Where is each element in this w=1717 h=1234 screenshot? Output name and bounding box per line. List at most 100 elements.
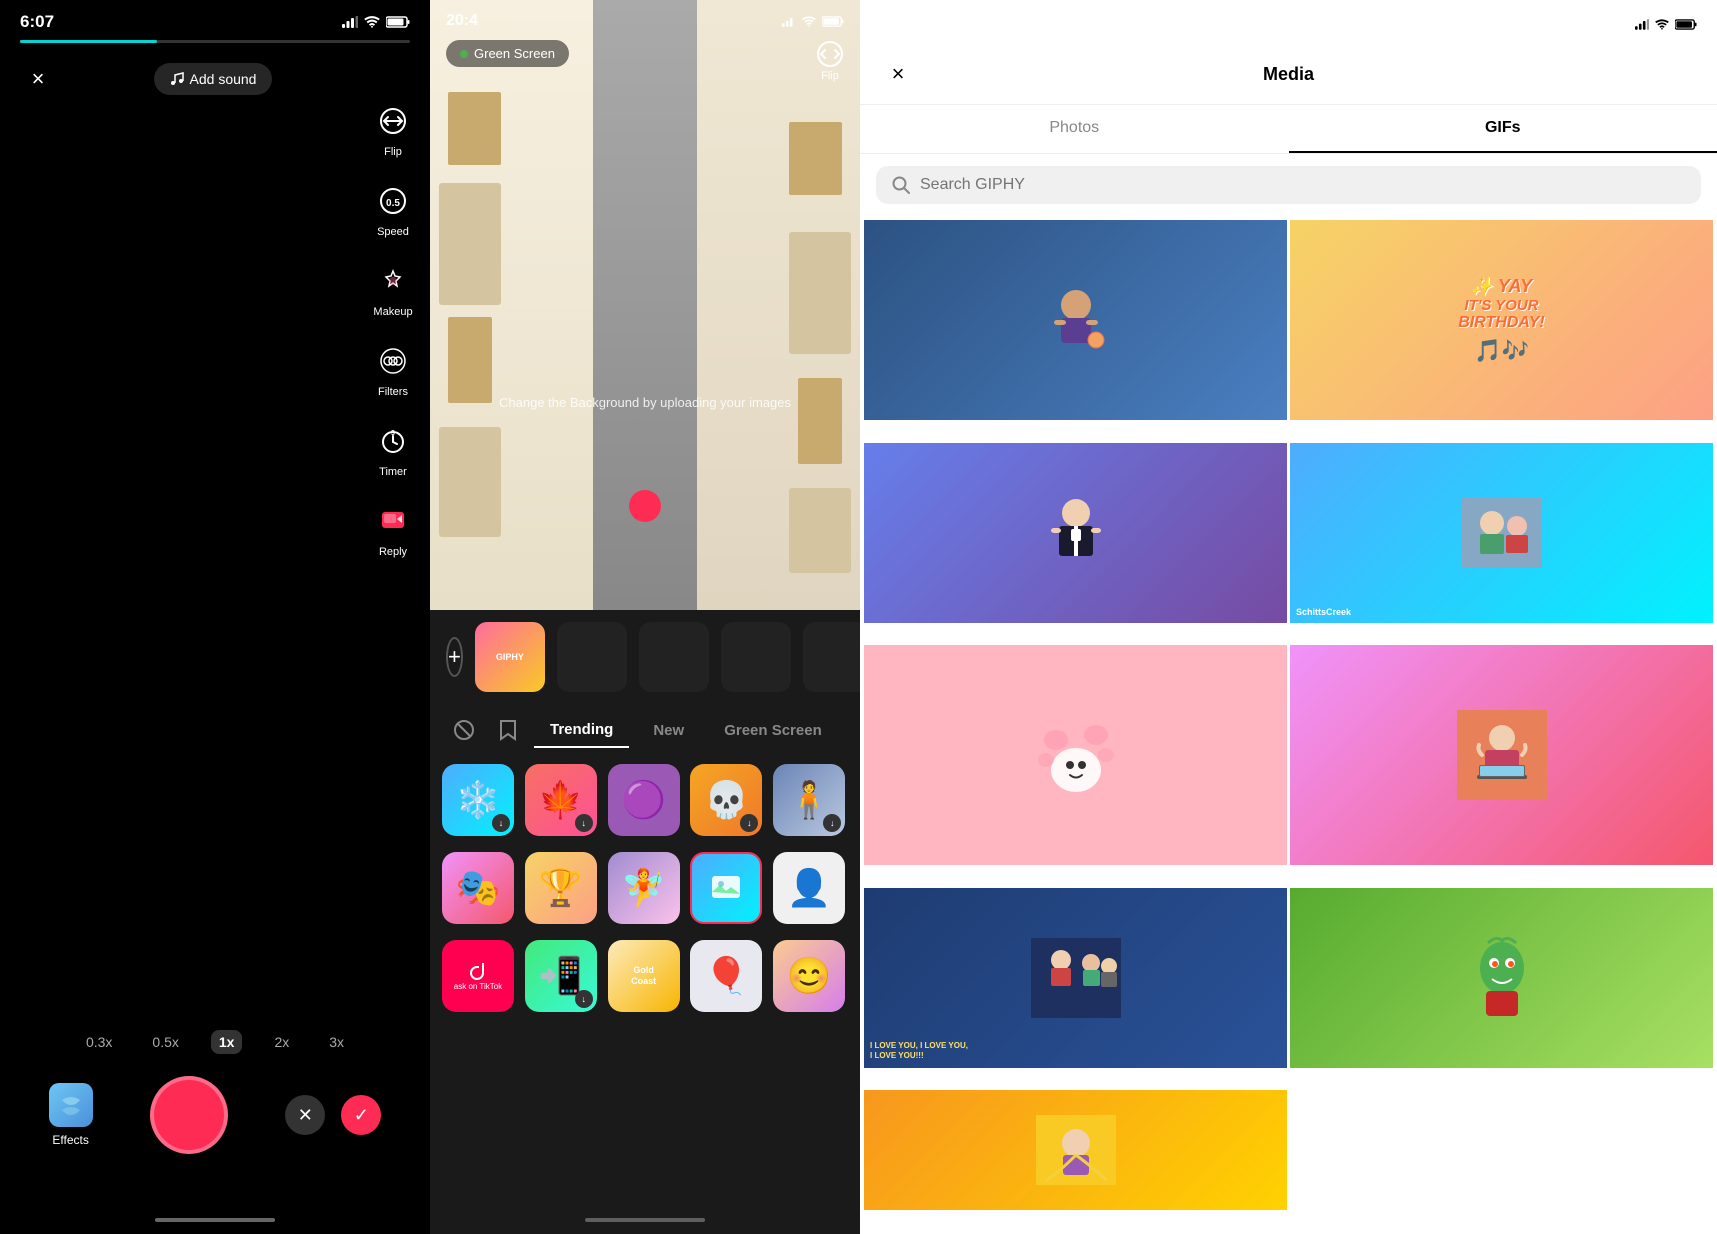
gif-man-tux[interactable] (864, 443, 1287, 623)
gs-wifi-icon (802, 16, 816, 27)
makeup-tool[interactable]: Makeup (372, 260, 414, 318)
media-tab-gifs[interactable]: GIFs (1289, 105, 1717, 153)
sticker-cell-12[interactable]: 📲 ↓ (525, 940, 597, 1012)
makeup-icon (372, 260, 414, 302)
birthday-text-container: ✨ YAY IT'S YOUR BIRTHDAY! 🎵🎶 (1442, 260, 1561, 380)
sticker-cell-8[interactable]: 🧚 (608, 852, 680, 924)
search-giphy-input[interactable] (920, 176, 1685, 194)
schitts-label: SchittsCreek (1296, 607, 1351, 617)
cute-blob-graphic (1026, 705, 1126, 805)
window3 (789, 122, 842, 195)
sticker-cell-6[interactable]: 🎭 (442, 852, 514, 924)
sticker-tab-trending[interactable]: Trending (534, 713, 629, 748)
sticker-cell-15[interactable]: 😊 (773, 940, 845, 1012)
window2 (448, 317, 492, 402)
birthday-its: IT'S YOUR (1458, 297, 1545, 314)
gif-woman-laptop[interactable] (1290, 645, 1713, 865)
media-signal-icon (1635, 19, 1649, 30)
sticker-cell-10[interactable]: 👤 (773, 852, 845, 924)
music-icon (170, 72, 184, 86)
camera-panel: 6:07 × (0, 0, 430, 1234)
download-badge-4: ↓ (740, 814, 758, 832)
sticker-slot-3[interactable] (721, 622, 791, 692)
status-bar: 6:07 (0, 0, 430, 32)
media-tab-photos[interactable]: Photos (860, 105, 1289, 153)
flip-tool[interactable]: Flip (372, 100, 414, 158)
woman-laptop-graphic (1457, 710, 1547, 800)
sticker-emoji-8: 🧚 (621, 867, 666, 909)
effects-label: Effects (52, 1133, 88, 1147)
speed-0.3x[interactable]: 0.3x (78, 1030, 120, 1054)
speed-0.5x[interactable]: 0.5x (144, 1030, 186, 1054)
sticker-cell-5[interactable]: 🧍 ↓ (773, 764, 845, 836)
search-icon (892, 176, 910, 194)
basketball-player-graphic (1036, 280, 1116, 360)
filters-tool[interactable]: Filters (372, 340, 414, 398)
sticker-slot-4[interactable] (803, 622, 860, 692)
green-screen-badge[interactable]: Green Screen (446, 40, 569, 67)
gif-basketball[interactable] (864, 220, 1287, 420)
giphy-label: GIPHY (496, 652, 524, 662)
add-sound-button[interactable]: Add sound (154, 63, 273, 95)
filters-icon (372, 340, 414, 382)
gs-signal-icon (782, 16, 796, 27)
effects-button[interactable]: Effects (49, 1083, 93, 1147)
download-badge-1: ↓ (492, 814, 510, 832)
record-button[interactable] (150, 1076, 228, 1154)
sticker-tabs: Trending New Green Screen (430, 704, 860, 756)
speed-controls: 0.3x 0.5x 1x 2x 3x (0, 1030, 430, 1054)
man-tux-graphic (1041, 493, 1111, 573)
sticker-emoji-10: 👤 (787, 867, 832, 909)
wifi-icon (364, 16, 380, 28)
sticker-cell-1[interactable]: ❄️ ↓ (442, 764, 514, 836)
cancel-button[interactable]: ✕ (285, 1095, 325, 1135)
download-badge-2: ↓ (575, 814, 593, 832)
gs-flip-button[interactable]: Flip (816, 40, 844, 82)
camera-right-tools: Flip 0.5 Speed Makeup (372, 100, 414, 558)
sticker-emoji-1: ❄️ (456, 779, 501, 821)
elf-graphic (1031, 938, 1121, 1018)
gif-grinch[interactable] (1290, 888, 1713, 1068)
sticker-emoji-12: 📲 (538, 955, 583, 997)
confirm-button[interactable]: ✓ (341, 1095, 381, 1135)
flip-icon (372, 100, 414, 142)
sticker-cell-9[interactable] (690, 852, 762, 924)
sticker-cell-goldcoast[interactable]: GoldCoast (608, 940, 680, 1012)
speed-2x[interactable]: 2x (266, 1030, 297, 1054)
gif-tangled[interactable] (864, 1090, 1287, 1210)
add-sticker-button[interactable]: + (446, 637, 463, 677)
sticker-tab-greenscreen[interactable]: Green Screen (708, 714, 838, 747)
sticker-ban-icon[interactable] (446, 712, 482, 748)
gif-birthday[interactable]: ✨ YAY IT'S YOUR BIRTHDAY! 🎵🎶 (1290, 220, 1713, 420)
gif-cute-blob[interactable] (864, 645, 1287, 865)
media-close-button[interactable]: × (880, 56, 916, 92)
camera-top-bar: × Add sound (0, 51, 430, 107)
sticker-cell-3[interactable]: 🟣 (608, 764, 680, 836)
sticker-grid-row2: 🎭 🏆 🧚 👤 (430, 844, 860, 932)
gs-record-dot (629, 490, 661, 522)
close-button[interactable]: × (20, 61, 56, 97)
sticker-cell-7[interactable]: 🏆 (525, 852, 597, 924)
speed-tool[interactable]: 0.5 Speed (372, 180, 414, 238)
speed-3x[interactable]: 3x (321, 1030, 352, 1054)
sticker-bookmark-icon[interactable] (490, 712, 526, 748)
sticker-cell-2[interactable]: 🍁 ↓ (525, 764, 597, 836)
reply-tool[interactable]: Reply (372, 500, 414, 558)
giphy-sticker[interactable]: GIPHY (475, 622, 545, 692)
sticker-tab-new[interactable]: New (637, 714, 700, 747)
sticker-slot-1[interactable] (557, 622, 627, 692)
speed-1x[interactable]: 1x (211, 1030, 243, 1054)
sticker-slot-2[interactable] (639, 622, 709, 692)
gif-schitts[interactable]: SchittsCreek (1290, 443, 1713, 623)
sticker-cell-askon[interactable]: ask on TikTok (442, 940, 514, 1012)
sticker-emoji-14: 🎈 (704, 955, 749, 997)
sticker-cell-14[interactable]: 🎈 (690, 940, 762, 1012)
gif-elf[interactable]: I LOVE YOU, I LOVE YOU,I LOVE YOU!!! (864, 888, 1287, 1068)
gs-flip-label: Flip (821, 70, 839, 82)
svg-text:3: 3 (391, 430, 395, 437)
timer-tool[interactable]: 3 Timer (372, 420, 414, 478)
gs-status-bar: 20:4 (430, 0, 860, 30)
action-buttons: ✕ ✓ (285, 1095, 381, 1135)
progress-fill (20, 40, 157, 43)
sticker-cell-4[interactable]: 💀 ↓ (690, 764, 762, 836)
